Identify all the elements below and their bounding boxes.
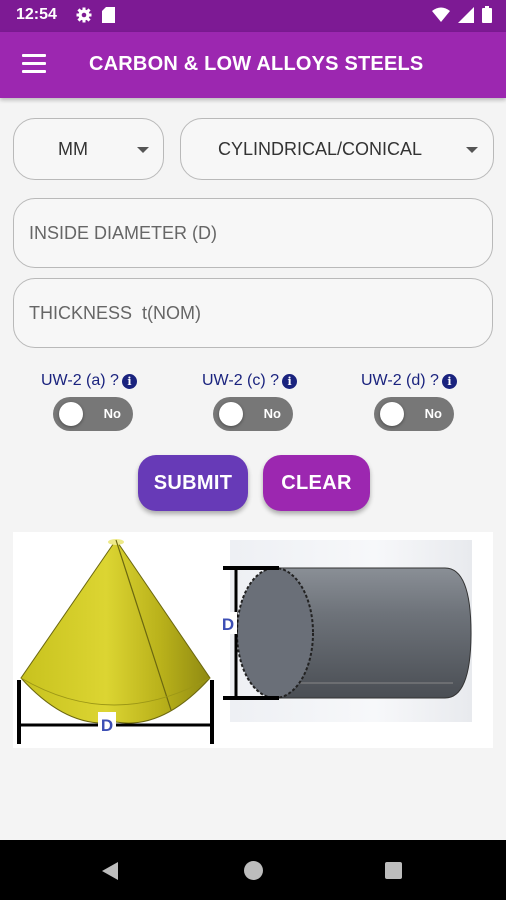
unit-select-value: MM (58, 138, 88, 159)
shape-select-value: CYLINDRICAL/CONICAL (218, 138, 423, 159)
home-icon[interactable] (244, 861, 263, 880)
gear-icon (76, 7, 92, 23)
toggle-knob (380, 402, 404, 426)
chevron-down-icon (466, 147, 478, 153)
status-bar: 12:54 (0, 0, 506, 32)
inside-diameter-placeholder: INSIDE DIAMETER (D) (29, 222, 218, 243)
wifi-icon (432, 7, 450, 22)
thickness-input[interactable]: THICKNESS t(NOM) (13, 278, 493, 348)
signal-icon (458, 6, 474, 23)
toggle-state: No (103, 406, 121, 421)
cone-diameter-label: D (101, 716, 113, 735)
info-icon[interactable]: i (282, 373, 298, 389)
sd-card-icon (102, 7, 115, 23)
uw2-a-label: UW-2 (a) ? i (41, 372, 137, 390)
uw2-d-label: UW-2 (d) ? i (361, 372, 457, 390)
shape-select[interactable]: CYLINDRICAL/CONICAL (180, 118, 494, 180)
clear-button[interactable]: CLEAR (263, 455, 370, 511)
inside-diameter-input[interactable]: INSIDE DIAMETER (D) (13, 198, 493, 268)
toggle-state: No (424, 406, 442, 421)
uw2-c-label-text: UW-2 (c) ? (202, 372, 280, 389)
uw2-d-toggle[interactable]: No (374, 397, 454, 431)
uw2-a-toggle[interactable]: No (53, 397, 133, 431)
uw2-c-toggle[interactable]: No (213, 397, 293, 431)
info-icon[interactable]: i (441, 373, 457, 389)
toggle-knob (219, 402, 243, 426)
toggle-state: No (263, 406, 281, 421)
status-time: 12:54 (16, 6, 57, 23)
cylinder-diameter-label: D (222, 615, 234, 634)
info-icon[interactable]: i (121, 373, 137, 389)
system-nav-bar (0, 840, 506, 900)
thickness-placeholder: THICKNESS t(NOM) (29, 302, 202, 323)
chevron-down-icon (137, 147, 149, 153)
toggle-knob (59, 402, 83, 426)
submit-button[interactable]: SUBMIT (138, 455, 248, 511)
battery-icon (482, 6, 492, 23)
cone-cylinder-diagram: D D (17, 539, 472, 744)
back-icon[interactable] (102, 862, 118, 880)
cylinder-shape (236, 567, 472, 699)
app-bar: CARBON & LOW ALLOYS STEELS (0, 32, 506, 98)
uw2-a-label-text: UW-2 (a) ? (41, 372, 119, 389)
recents-icon[interactable] (385, 862, 402, 879)
uw2-d-label-text: UW-2 (d) ? (361, 372, 439, 389)
shape-illustration: D D (13, 532, 493, 748)
cone-shape (20, 539, 211, 724)
app-title: CARBON & LOW ALLOYS STEELS (89, 53, 424, 75)
hamburger-menu-icon[interactable] (22, 54, 48, 76)
unit-select[interactable]: MM (13, 118, 164, 180)
uw2-c-label: UW-2 (c) ? i (202, 372, 298, 390)
